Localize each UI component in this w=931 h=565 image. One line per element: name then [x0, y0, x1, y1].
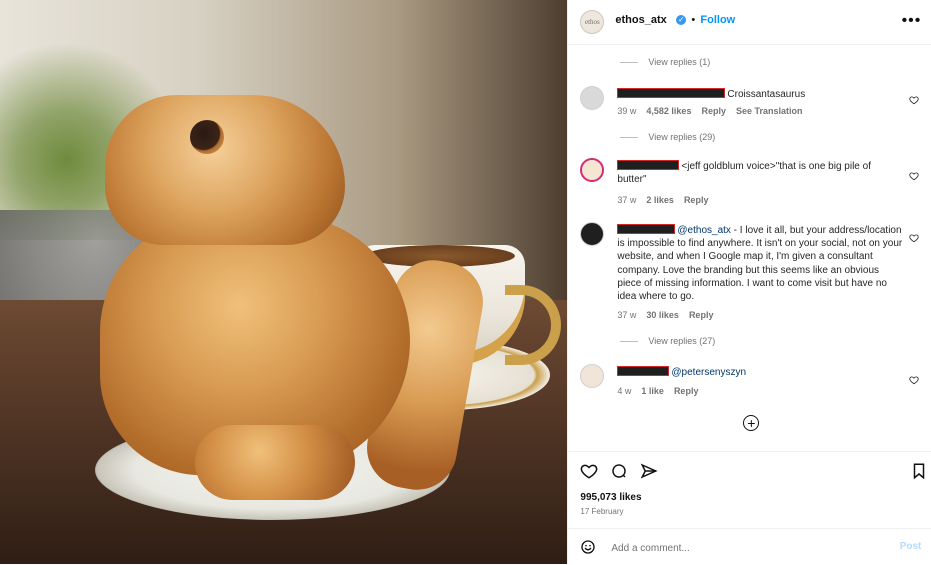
- bookmark-icon[interactable]: [910, 462, 928, 480]
- comment-meta: 37 w 2 likes Reply: [617, 195, 708, 205]
- verified-badge-icon: ✓: [676, 15, 687, 25]
- image-croissant-eye: [190, 120, 224, 154]
- view-replies-line: [620, 340, 639, 342]
- view-replies-label[interactable]: View replies (29): [648, 132, 715, 142]
- heart-icon[interactable]: [580, 462, 598, 480]
- likes-count[interactable]: 995,073 likes: [580, 492, 641, 503]
- view-replies-link[interactable]: View replies (27): [620, 336, 715, 346]
- author-avatar[interactable]: ethos: [580, 10, 605, 34]
- add-comment-bar: Post: [568, 528, 931, 565]
- comment-likes[interactable]: 4,582 likes: [646, 106, 691, 116]
- see-translation-button[interactable]: See Translation: [736, 106, 803, 116]
- redacted-username: [617, 224, 676, 234]
- redacted-username: [617, 88, 726, 98]
- post-side-panel: ethos ethos_atx ✓ • Follow ••• View repl…: [567, 0, 931, 564]
- comment-meta: 39 w 4,582 likes Reply See Translation: [617, 106, 802, 116]
- post-date: 17 February: [580, 507, 624, 516]
- image-croissant-dinosaur: [100, 95, 490, 515]
- comment-text: Croissantasaurus: [617, 88, 902, 101]
- comment-mention[interactable]: @ethos_atx: [677, 225, 731, 236]
- post-image[interactable]: [0, 0, 568, 564]
- comment-age: 39 w: [617, 106, 637, 116]
- view-replies-label[interactable]: View replies (27): [648, 336, 715, 346]
- comment-mention[interactable]: @petersenyszyn: [671, 367, 746, 378]
- comment-age: 4 w: [617, 386, 632, 396]
- comment-body: - I love it all, but your address/locati…: [617, 225, 903, 303]
- heart-icon[interactable]: [909, 230, 920, 243]
- commenter-avatar[interactable]: [580, 222, 605, 246]
- more-options-icon[interactable]: •••: [902, 12, 922, 30]
- plus-circle-icon[interactable]: +: [743, 415, 760, 431]
- comments-list: View replies (1) Croissantasaurus 39 w 4…: [568, 45, 931, 450]
- comment-meta: 4 w 1 like Reply: [617, 386, 698, 396]
- follow-button[interactable]: Follow: [700, 14, 735, 26]
- image-croissant-head: [105, 95, 345, 245]
- comment-text: @petersenyszyn: [617, 366, 902, 379]
- comment-meta: 37 w 30 likes Reply: [617, 310, 713, 320]
- comment-text: <jeff goldblum voice>"that is one big pi…: [617, 160, 902, 186]
- redacted-username: [617, 160, 680, 170]
- comment-likes[interactable]: 1 like: [641, 386, 664, 396]
- post-header: ethos ethos_atx ✓ • Follow •••: [568, 0, 931, 45]
- redacted-username: [617, 366, 670, 376]
- comment-age: 37 w: [617, 195, 637, 205]
- comment-icon[interactable]: [610, 462, 628, 480]
- instagram-post-modal: ethos ethos_atx ✓ • Follow ••• View repl…: [0, 0, 931, 564]
- comment-age: 37 w: [617, 310, 637, 320]
- comment-likes[interactable]: 30 likes: [646, 310, 679, 320]
- comment-body: Croissantasaurus: [727, 89, 806, 100]
- view-replies-label[interactable]: View replies (1): [648, 57, 710, 67]
- emoji-icon[interactable]: [580, 539, 596, 555]
- heart-icon[interactable]: [909, 92, 920, 105]
- view-replies-line: [620, 61, 639, 63]
- share-icon[interactable]: [640, 462, 658, 480]
- add-comment-input[interactable]: [609, 542, 884, 555]
- commenter-avatar[interactable]: [580, 158, 605, 182]
- view-replies-link[interactable]: View replies (29): [620, 132, 715, 142]
- comment-reply-button[interactable]: Reply: [701, 106, 726, 116]
- heart-icon[interactable]: [909, 372, 920, 385]
- comment-reply-button[interactable]: Reply: [674, 386, 699, 396]
- comment-reply-button[interactable]: Reply: [684, 195, 709, 205]
- image-croissant-leg: [195, 425, 355, 500]
- heart-icon[interactable]: [909, 168, 920, 181]
- post-actions-bar: [568, 451, 931, 492]
- view-replies-line: [620, 136, 639, 138]
- comment-text: @ethos_atx - I love it all, but your add…: [617, 224, 902, 303]
- comment-likes[interactable]: 2 likes: [646, 195, 674, 205]
- comment-reply-button[interactable]: Reply: [689, 310, 714, 320]
- post-button[interactable]: Post: [900, 541, 922, 552]
- commenter-avatar[interactable]: [580, 364, 605, 388]
- view-replies-link[interactable]: View replies (1): [620, 57, 710, 67]
- author-username[interactable]: ethos_atx: [615, 14, 666, 26]
- commenter-avatar[interactable]: [580, 86, 605, 110]
- header-separator: •: [691, 14, 696, 26]
